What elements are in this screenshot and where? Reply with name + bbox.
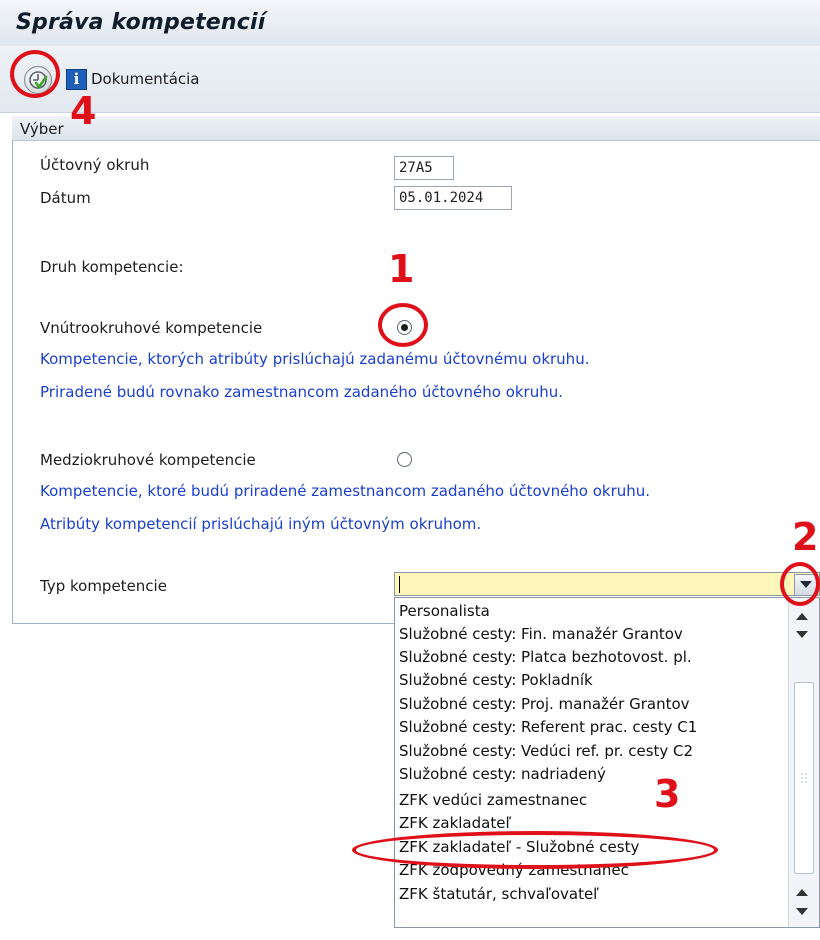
annotation-number-2: 2	[792, 515, 819, 559]
scroll-down-icon[interactable]	[796, 631, 808, 639]
dropdown-option[interactable]: Služobné cesty: Platca bezhotovost. pl.	[399, 648, 692, 666]
competence-type-combobox[interactable]	[394, 572, 820, 596]
annotation-circle-execute	[10, 50, 60, 98]
annotation-number-1: 1	[388, 247, 415, 291]
text-caret	[399, 576, 400, 593]
selection-group-title: Výber	[20, 120, 64, 138]
dropdown-option[interactable]: Personalista	[399, 602, 490, 620]
dropdown-option[interactable]: Služobné cesty: Proj. manažér Grantov	[399, 695, 690, 713]
annotation-ellipse-option	[352, 831, 718, 869]
dropdown-option[interactable]: Služobné cesty: Vedúci ref. pr. cesty C2	[399, 742, 693, 760]
dropdown-option[interactable]: ZFK štatutár, schvaľovateľ	[399, 885, 599, 903]
inter-radio-label: Medziokruhové kompetencie	[40, 451, 256, 469]
annotation-number-4: 4	[70, 89, 97, 133]
intra-hint-line-1: Kompetencie, ktorých atribúty prislúchaj…	[40, 350, 590, 368]
title-bar: Správa kompetencií	[0, 0, 820, 47]
company-code-input[interactable]: 27A5	[394, 156, 454, 180]
date-input[interactable]: 05.01.2024	[394, 186, 512, 210]
documentation-label: Dokumentácia	[91, 70, 200, 88]
dropdown-option[interactable]: Služobné cesty: Referent prac. cesty C1	[399, 718, 697, 736]
dropdown-option[interactable]: ZFK zakladateľ	[399, 814, 511, 832]
scroll-up-icon[interactable]	[796, 612, 808, 620]
authority-type-heading: Druh kompetencie:	[40, 258, 184, 276]
competence-type-dropdown-list: Personalista Služobné cesty: Fin. manažé…	[394, 597, 820, 928]
dropdown-option[interactable]: Služobné cesty: Pokladník	[399, 671, 593, 689]
page-title: Správa kompetencií	[16, 10, 266, 35]
inter-hint-line-1: Kompetencie, ktoré budú priradené zamest…	[40, 482, 651, 500]
scroll-up-icon[interactable]	[796, 888, 808, 896]
grip-icon	[801, 773, 807, 783]
inter-radio[interactable]	[397, 452, 412, 467]
company-code-label: Účtovný okruh	[40, 156, 150, 174]
annotation-number-3: 3	[654, 772, 681, 816]
annotation-circle-dropdown	[780, 562, 820, 606]
intra-hint-line-2: Priradené budú rovnako zamestnancom zada…	[40, 383, 564, 401]
info-icon: i	[66, 68, 87, 90]
scroll-down-icon[interactable]	[796, 908, 808, 916]
dropdown-option[interactable]: Služobné cesty: nadriadený	[399, 765, 606, 783]
date-label: Dátum	[40, 189, 91, 207]
dropdown-option[interactable]: ZFK vedúci zamestnanec	[399, 791, 587, 809]
intra-radio-label: Vnútrookruhové kompetencie	[40, 319, 263, 337]
inter-hint-line-2: Atribúty kompetencií prislúchajú iným úč…	[40, 515, 482, 533]
selection-group-header	[12, 116, 820, 141]
dropdown-option[interactable]: Služobné cesty: Fin. manažér Grantov	[399, 625, 683, 643]
annotation-circle-radio	[378, 303, 428, 347]
scrollbar-thumb[interactable]	[794, 682, 814, 874]
competence-type-label: Typ kompetencie	[40, 577, 167, 595]
